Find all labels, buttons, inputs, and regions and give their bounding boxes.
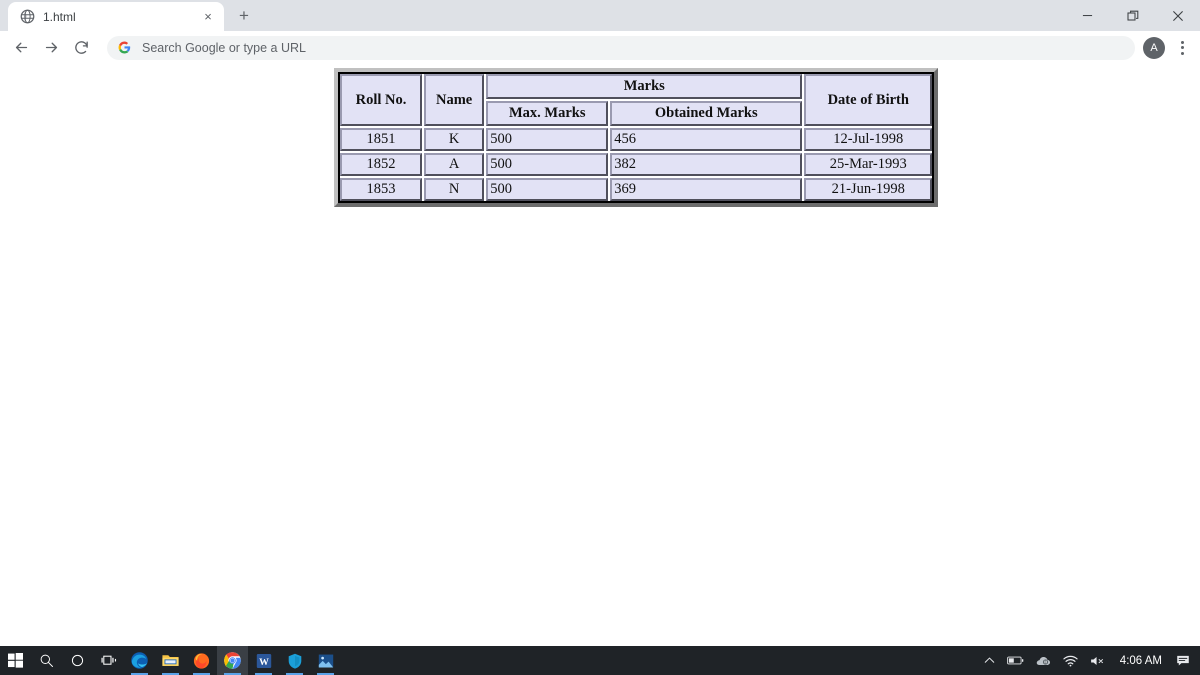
globe-icon <box>19 9 35 25</box>
google-g-icon <box>117 40 132 55</box>
browser-toolbar: Search Google or type a URL A <box>0 31 1200 64</box>
screen: 1.html × + Search Google or type a URL A… <box>0 0 1200 675</box>
edge-button[interactable] <box>124 646 155 675</box>
windows-logo-icon <box>8 653 23 668</box>
wifi-icon <box>1063 655 1078 667</box>
file-explorer-button[interactable] <box>155 646 186 675</box>
minimize-button[interactable] <box>1065 0 1110 31</box>
tab-title: 1.html <box>43 9 76 24</box>
restore-icon <box>1126 10 1138 21</box>
circle-icon <box>71 654 84 667</box>
volume-button[interactable] <box>1084 646 1112 675</box>
back-arrow-icon <box>15 42 27 53</box>
shield-icon <box>288 653 301 669</box>
header-name: Name <box>424 74 485 126</box>
speaker-muted-icon <box>1090 656 1103 665</box>
header-roll-no: Roll No. <box>340 74 422 126</box>
header-date-of-birth: Date of Birth <box>804 74 933 126</box>
notifications-button[interactable] <box>1170 646 1196 675</box>
close-tab-icon[interactable]: × <box>200 9 216 25</box>
edge-icon <box>131 652 148 669</box>
cell-date-of-birth: 25-Mar-1993 <box>804 153 933 176</box>
cell-max-marks: 500 <box>486 128 609 151</box>
table-body: 1851 K 500 456 12-Jul-1998 1852 A 500 38… <box>340 128 933 201</box>
browser-window: 1.html × + Search Google or type a URL A… <box>0 0 1200 646</box>
chrome-icon <box>224 652 241 669</box>
battery-button[interactable] <box>1001 646 1030 675</box>
address-bar[interactable]: Search Google or type a URL <box>107 35 1135 60</box>
table-row: 1851 K 500 456 12-Jul-1998 <box>340 128 933 151</box>
cell-date-of-birth: 12-Jul-1998 <box>804 128 933 151</box>
cell-max-marks: 500 <box>486 153 609 176</box>
cell-name: A <box>424 153 485 176</box>
windows-taskbar: W 4:06 AM <box>0 646 1200 675</box>
cell-name: K <box>424 128 485 151</box>
clock[interactable]: 4:06 AM <box>1112 655 1170 667</box>
table-row: 1853 N 500 369 21-Jun-1998 <box>340 178 933 201</box>
cell-max-marks: 500 <box>486 178 609 201</box>
three-dot-menu-icon[interactable] <box>1171 35 1193 61</box>
task-view-button[interactable] <box>93 646 124 675</box>
search-button[interactable] <box>31 646 62 675</box>
address-bar-text: Search Google or type a URL <box>142 40 306 55</box>
search-icon <box>40 654 53 667</box>
show-hidden-icons-button[interactable] <box>978 646 1001 675</box>
chevron-up-icon <box>984 657 995 663</box>
notification-icon <box>1177 655 1189 666</box>
forward-button[interactable] <box>37 34 65 62</box>
word-icon: W <box>256 653 271 668</box>
cell-obtained-marks: 456 <box>610 128 803 151</box>
word-button[interactable]: W <box>248 646 279 675</box>
folder-icon <box>162 655 179 666</box>
close-icon <box>1172 10 1183 21</box>
student-marks-table: Roll No. Name Marks Date of Birth Max. M… <box>334 68 939 207</box>
task-view-icon <box>100 655 116 665</box>
table-header-row-1: Roll No. Name Marks Date of Birth <box>340 74 933 126</box>
page-viewport: Roll No. Name Marks Date of Birth Max. M… <box>0 64 1200 646</box>
firefox-icon <box>193 653 210 669</box>
onedrive-button[interactable] <box>1030 646 1057 675</box>
photos-button[interactable] <box>310 646 341 675</box>
system-tray: 4:06 AM <box>978 646 1200 675</box>
table-row: 1852 A 500 382 25-Mar-1993 <box>340 153 933 176</box>
cell-roll-no: 1852 <box>340 153 422 176</box>
tab-1html[interactable]: 1.html × <box>8 2 224 31</box>
firefox-button[interactable] <box>186 646 217 675</box>
cell-roll-no: 1851 <box>340 128 422 151</box>
reload-button[interactable] <box>67 34 95 62</box>
close-window-button[interactable] <box>1155 0 1200 31</box>
window-controls <box>1065 0 1200 31</box>
photos-icon <box>318 654 333 667</box>
taskbar-items: W <box>0 646 341 675</box>
header-obtained-marks: Obtained Marks <box>610 101 803 126</box>
cell-obtained-marks: 382 <box>610 153 803 176</box>
start-button[interactable] <box>0 646 31 675</box>
reload-icon <box>74 41 88 54</box>
forward-arrow-icon <box>45 42 57 53</box>
header-marks-group: Marks <box>486 74 803 99</box>
cell-obtained-marks: 369 <box>610 178 803 201</box>
security-button[interactable] <box>279 646 310 675</box>
svg-text:W: W <box>259 656 269 667</box>
battery-icon <box>1006 656 1024 665</box>
new-tab-button[interactable]: + <box>230 2 258 30</box>
network-button[interactable] <box>1057 646 1084 675</box>
table-head: Roll No. Name Marks Date of Birth Max. M… <box>340 74 933 126</box>
cell-name: N <box>424 178 485 201</box>
back-button[interactable] <box>7 34 35 62</box>
minimize-icon <box>1082 15 1093 17</box>
restore-button[interactable] <box>1110 0 1155 31</box>
cloud-icon <box>1036 656 1050 665</box>
tab-strip: 1.html × + <box>0 0 1200 31</box>
cortana-button[interactable] <box>62 646 93 675</box>
avatar[interactable]: A <box>1143 36 1165 59</box>
cell-roll-no: 1853 <box>340 178 422 201</box>
header-max-marks: Max. Marks <box>486 101 609 126</box>
chrome-button[interactable] <box>217 646 248 675</box>
cell-date-of-birth: 21-Jun-1998 <box>804 178 933 201</box>
